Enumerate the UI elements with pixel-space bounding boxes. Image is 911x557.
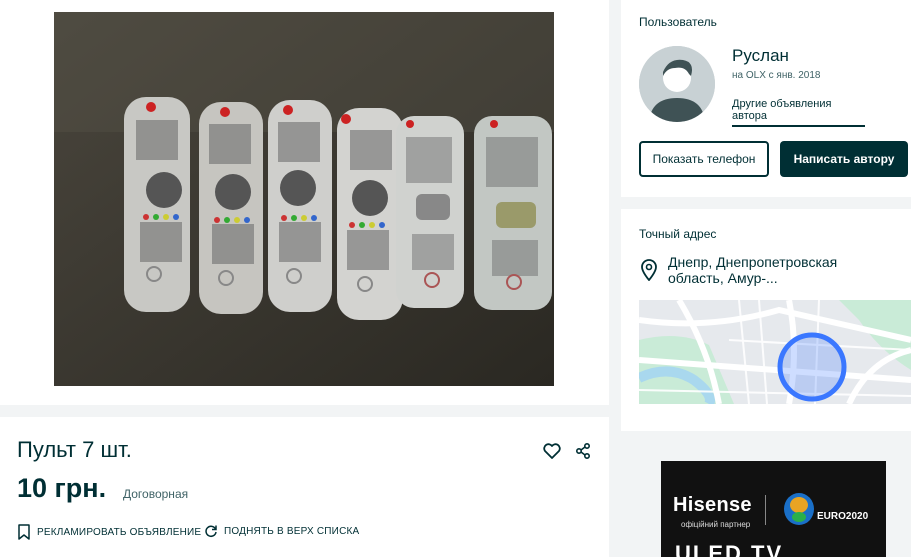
show-phone-button[interactable]: Показать телефон (639, 141, 769, 177)
location-pin-icon (640, 259, 658, 282)
banner-brand: Hisense (673, 494, 752, 516)
remotes-photo (54, 12, 554, 386)
bookmark-icon (18, 524, 30, 540)
euro2020-logo-icon (784, 493, 814, 525)
user-name: Руслан (732, 46, 789, 65)
user-heading: Пользователь (639, 15, 717, 29)
refresh-icon (205, 525, 217, 538)
user-since: на OLX с янв. 2018 (732, 70, 821, 81)
location-address: Днепр, Днепропетровская область, Амур-..… (668, 254, 838, 286)
heart-icon[interactable] (542, 441, 562, 461)
raise-ad-button[interactable]: ПОДНЯТЬ В ВЕРХ СПИСКА (204, 524, 359, 538)
location-heading: Точный адрес (639, 227, 717, 241)
share-icon[interactable] (573, 441, 593, 461)
other-ads-link[interactable]: Другие объявления автора (732, 98, 865, 127)
banner-product: ULED TV (675, 541, 784, 557)
banner-divider (765, 495, 766, 525)
ad-photo[interactable] (54, 12, 554, 386)
banner-partner-text: офіційний партнер (681, 520, 751, 529)
avatar[interactable] (639, 46, 715, 122)
promote-ad-label: РЕКЛАМИРОВАТЬ ОБЪЯВЛЕНИЕ (37, 526, 202, 538)
price-negotiable-label: Договорная (123, 487, 189, 501)
banner-event: EURO2020 (817, 511, 869, 522)
location-map[interactable] (639, 300, 911, 404)
message-author-button[interactable]: Написать автору (780, 141, 908, 177)
promote-ad-button[interactable]: РЕКЛАМИРОВАТЬ ОБЪЯВЛЕНИЕ (17, 524, 201, 540)
advertising-banner[interactable]: Hisense офіційний партнер EURO2020 ULED … (661, 461, 886, 557)
raise-ad-label: ПОДНЯТЬ В ВЕРХ СПИСКА (224, 525, 360, 537)
default-avatar-icon (639, 46, 715, 122)
ad-title: Пульт 7 шт. (17, 437, 132, 462)
map-image (639, 300, 911, 404)
ad-price: 10 грн. (17, 473, 107, 503)
